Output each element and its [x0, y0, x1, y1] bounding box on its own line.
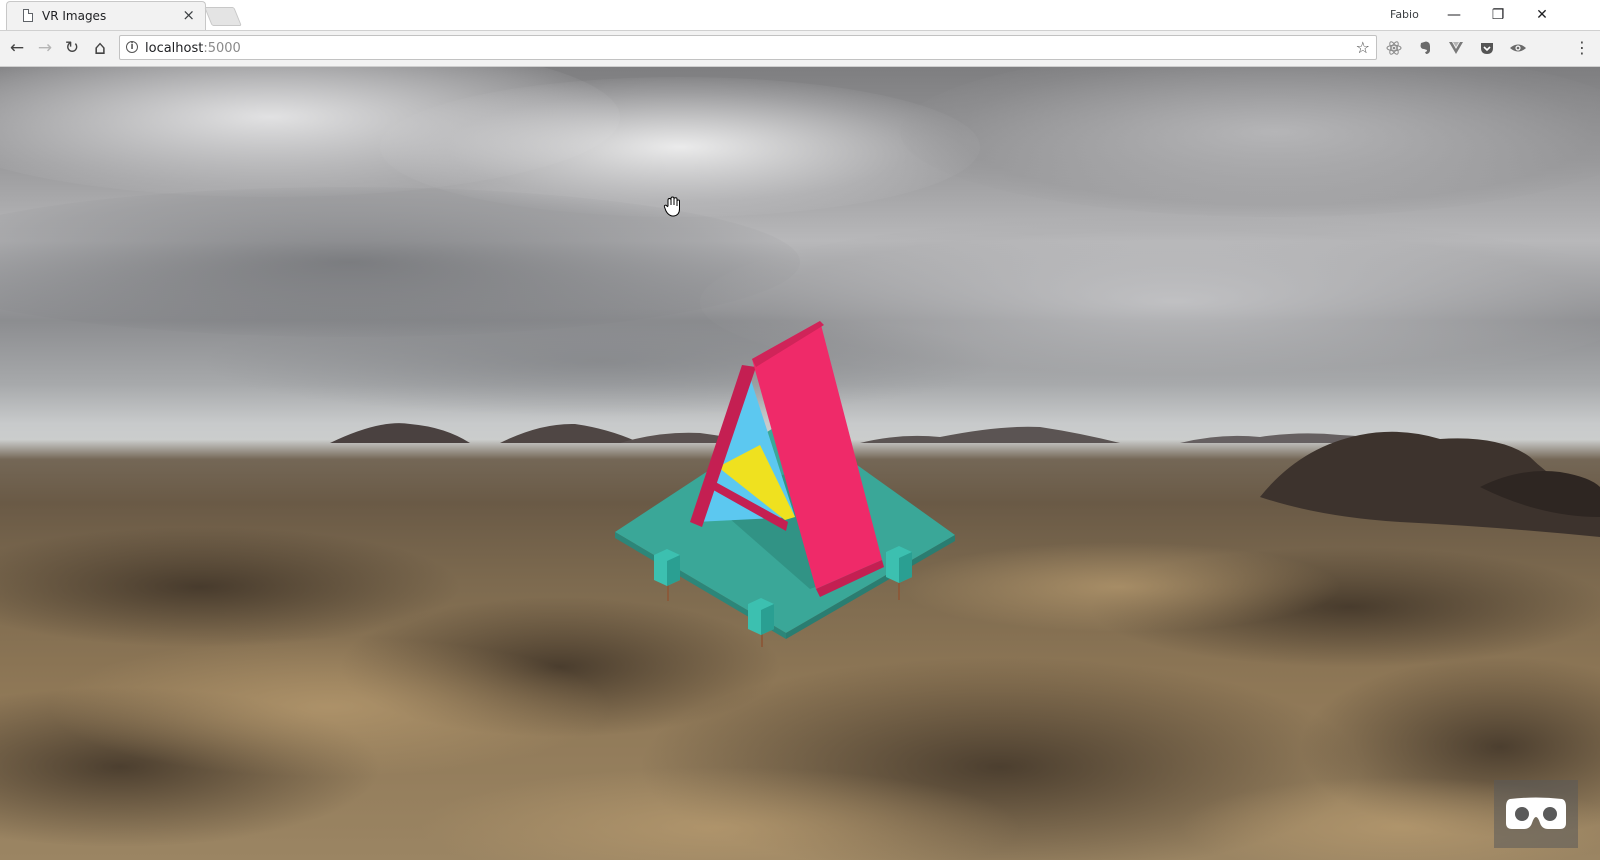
grab-cursor-icon: [663, 196, 680, 217]
reload-button[interactable]: ↻: [61, 37, 83, 59]
profile-button[interactable]: Fabio: [1390, 8, 1419, 21]
evernote-icon[interactable]: [1416, 40, 1433, 57]
tree: [886, 546, 912, 600]
react-devtools-icon[interactable]: [1385, 40, 1402, 57]
restore-button[interactable]: ❐: [1478, 3, 1518, 27]
bookmark-star-icon[interactable]: ☆: [1356, 38, 1370, 57]
minimize-button[interactable]: —: [1434, 3, 1474, 27]
tab-close-icon[interactable]: ×: [182, 6, 195, 24]
home-button[interactable]: ⌂: [89, 37, 111, 59]
enter-vr-button[interactable]: [1494, 780, 1578, 848]
url-port: :5000: [203, 41, 241, 56]
tree: [748, 598, 774, 647]
url-text: localhost:5000: [145, 41, 241, 56]
browser-toolbar: ← → ↻ ⌂ i localhost:5000 ☆ ⋮: [0, 31, 1600, 67]
back-button[interactable]: ←: [6, 37, 28, 59]
url-host: localhost: [145, 41, 204, 56]
vr-headset-icon: [1506, 797, 1566, 829]
vr-scene-canvas[interactable]: [0, 67, 1600, 860]
vue-devtools-icon[interactable]: [1447, 40, 1464, 57]
chrome-menu-icon[interactable]: ⋮: [1571, 37, 1593, 59]
tab-strip: VR Images × Fabio — ❐ ✕: [0, 0, 1600, 31]
tab-title: VR Images: [42, 9, 107, 23]
document-icon: [23, 9, 33, 22]
site-info-icon[interactable]: i: [126, 41, 138, 53]
tab-vr-images[interactable]: VR Images ×: [6, 1, 206, 30]
address-bar[interactable]: i localhost:5000 ☆: [119, 35, 1377, 60]
pocket-icon[interactable]: [1478, 40, 1495, 57]
aframe-logo-model[interactable]: [610, 317, 970, 647]
tree: [654, 549, 680, 601]
eye-icon[interactable]: [1509, 40, 1526, 57]
close-window-button[interactable]: ✕: [1522, 3, 1562, 27]
new-tab-button[interactable]: [204, 7, 242, 26]
forward-button[interactable]: →: [34, 37, 56, 59]
